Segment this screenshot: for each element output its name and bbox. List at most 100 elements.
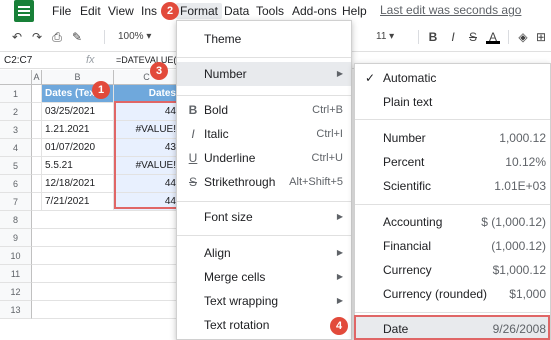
submenu-arrow-icon: ▶	[336, 296, 343, 305]
selection-highlight	[114, 101, 179, 209]
row-header[interactable]: 6	[0, 175, 32, 193]
format-menu-italic[interactable]: I Italic Ctrl+I	[177, 122, 351, 146]
fx-icon: fx	[86, 54, 95, 66]
cell-a[interactable]	[32, 175, 42, 193]
empty-row[interactable]	[32, 229, 180, 247]
cell-text-date[interactable]: 01/07/2020	[42, 139, 114, 157]
format-menu-align[interactable]: Align ▶	[177, 241, 351, 265]
empty-row[interactable]	[32, 247, 180, 265]
menu-divider	[355, 312, 550, 313]
menu-bar: File Edit View Ins Format Data Tools Add…	[0, 0, 551, 22]
menu-add-ons[interactable]: Add-ons	[292, 3, 337, 19]
cell-a[interactable]	[32, 121, 42, 139]
format-menu-merge-cells[interactable]: Merge cells ▶	[177, 265, 351, 289]
cell-text-date[interactable]: 03/25/2021	[42, 103, 114, 121]
menu-item-label: Merge cells	[204, 270, 266, 284]
name-box[interactable]: C2:C7	[4, 53, 72, 68]
empty-row[interactable]	[32, 283, 180, 301]
menu-item-label: Theme	[204, 32, 242, 46]
format-menu-strikethrough[interactable]: S Strikethrough Alt+Shift+5	[177, 170, 351, 194]
submenu-arrow-icon: ▶	[336, 69, 343, 78]
paint-format-icon[interactable]: ✎	[70, 29, 84, 45]
text-color-button[interactable]: A	[486, 29, 500, 44]
menu-item-label: Underline	[204, 151, 256, 165]
toolbar-divider	[104, 30, 105, 44]
row-header[interactable]: 1	[0, 85, 32, 103]
bold-button[interactable]: B	[426, 29, 440, 45]
number-currency-rounded[interactable]: Currency (rounded) $1,000	[355, 282, 550, 306]
menu-view[interactable]: View	[108, 3, 134, 19]
row-header[interactable]: 9	[0, 229, 32, 247]
number-accounting[interactable]: Accounting $ (1,000.12)	[355, 210, 550, 234]
cell-text-date[interactable]: 7/21/2021	[42, 193, 114, 211]
menu-insert[interactable]: Ins	[141, 3, 157, 19]
strikethrough-button[interactable]: S	[466, 29, 480, 45]
font-size-select[interactable]: 11 ▾	[370, 28, 410, 46]
column-header-c[interactable]: C	[114, 70, 180, 85]
menu-item-label: Font size	[204, 210, 253, 224]
cell-a[interactable]	[32, 103, 42, 121]
sheets-logo-icon[interactable]	[14, 0, 34, 22]
menu-format[interactable]: Format	[176, 3, 223, 19]
step-badge-3: 3	[150, 62, 168, 80]
cell-a[interactable]	[32, 139, 42, 157]
undo-icon[interactable]: ↶	[10, 29, 24, 45]
menu-divider	[177, 95, 351, 96]
cell-text-date[interactable]: 12/18/2021	[42, 175, 114, 193]
fill-color-icon[interactable]: ◈	[516, 29, 530, 45]
borders-icon[interactable]: ⊞	[534, 29, 548, 45]
menu-help[interactable]: Help	[342, 3, 367, 19]
menu-tools[interactable]: Tools	[256, 3, 284, 19]
format-menu: Theme Number ▶ B Bold Ctrl+B I Italic Ct…	[176, 20, 352, 340]
print-icon[interactable]: ⎙	[50, 29, 64, 45]
row-header[interactable]: 2	[0, 103, 32, 121]
menu-divider	[355, 204, 550, 205]
row-header[interactable]: 12	[0, 283, 32, 301]
cell-a1[interactable]	[32, 85, 42, 103]
menu-edit[interactable]: Edit	[80, 3, 101, 19]
bold-icon: B	[188, 103, 198, 117]
empty-row[interactable]	[32, 265, 180, 283]
number-automatic[interactable]: ✓ Automatic	[355, 66, 550, 90]
zoom-select[interactable]: 100% ▾	[112, 28, 162, 46]
format-menu-text-rotation[interactable]: Text rotation ▶	[177, 313, 351, 337]
number-plain-text[interactable]: Plain text	[355, 90, 550, 114]
toolbar-divider	[508, 30, 509, 44]
number-number[interactable]: Number 1,000.12	[355, 126, 550, 150]
format-menu-theme[interactable]: Theme	[177, 27, 351, 51]
format-menu-font-size[interactable]: Font size ▶	[177, 205, 351, 229]
menu-file[interactable]: File	[52, 3, 71, 19]
cell-a[interactable]	[32, 157, 42, 175]
row-header[interactable]: 3	[0, 121, 32, 139]
row-header[interactable]: 13	[0, 301, 32, 319]
cell-text-date[interactable]: 5.5.21	[42, 157, 114, 175]
format-menu-bold[interactable]: B Bold Ctrl+B	[177, 98, 351, 122]
number-percent[interactable]: Percent 10.12%	[355, 150, 550, 174]
format-menu-underline[interactable]: U Underline Ctrl+U	[177, 146, 351, 170]
row-header[interactable]: 10	[0, 247, 32, 265]
row-header[interactable]: 8	[0, 211, 32, 229]
row-header[interactable]: 11	[0, 265, 32, 283]
cell-text-date[interactable]: 1.21.2021	[42, 121, 114, 139]
italic-button[interactable]: I	[446, 29, 460, 45]
empty-row[interactable]	[32, 301, 180, 319]
empty-row[interactable]	[32, 211, 180, 229]
cell-a[interactable]	[32, 193, 42, 211]
row-header[interactable]: 5	[0, 157, 32, 175]
number-financial[interactable]: Financial (1,000.12)	[355, 234, 550, 258]
redo-icon[interactable]: ↷	[30, 29, 44, 45]
format-menu-number[interactable]: Number ▶	[177, 62, 351, 86]
formula-input[interactable]: =DATEVALUE(	[116, 53, 176, 68]
format-menu-text-wrapping[interactable]: Text wrapping ▶	[177, 289, 351, 313]
select-all-corner[interactable]	[0, 70, 32, 85]
menu-shortcut: Ctrl+U	[311, 152, 343, 164]
menu-data[interactable]: Data	[224, 3, 249, 19]
menu-item-label: Automatic	[383, 71, 437, 85]
number-scientific[interactable]: Scientific 1.01E+03	[355, 174, 550, 198]
menu-divider	[177, 57, 351, 58]
column-header-a[interactable]: A	[32, 70, 42, 85]
row-header[interactable]: 4	[0, 139, 32, 157]
last-edit-link[interactable]: Last edit was seconds ago	[380, 3, 521, 17]
row-header[interactable]: 7	[0, 193, 32, 211]
number-currency[interactable]: Currency $1,000.12	[355, 258, 550, 282]
